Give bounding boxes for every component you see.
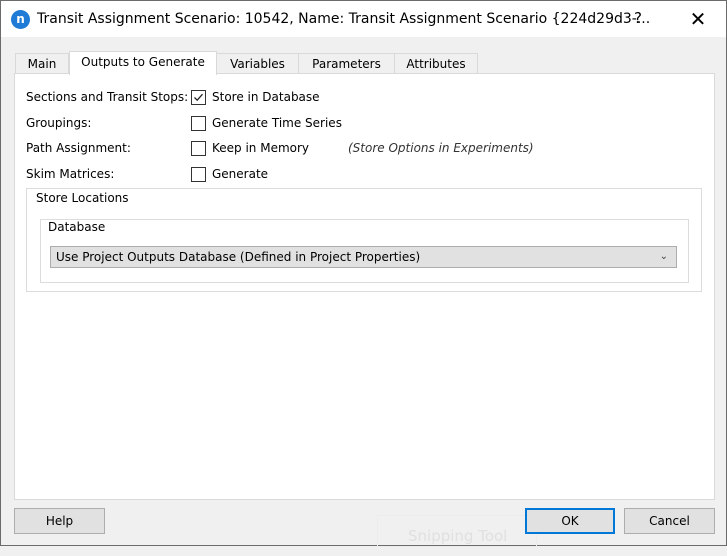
tab-attributes[interactable]: Attributes (394, 53, 478, 74)
path-assignment-label: Path Assignment: (26, 141, 131, 155)
store-locations-title: Store Locations (34, 191, 131, 205)
window-title: Transit Assignment Scenario: 10542, Name… (37, 11, 651, 27)
chevron-down-icon: ⌄ (659, 251, 668, 262)
database-select[interactable]: Use Project Outputs Database (Defined in… (50, 246, 677, 268)
outputs-panel: Sections and Transit Stops: Store in Dat… (14, 73, 715, 500)
help-button[interactable]: Help (14, 508, 105, 534)
tab-parameters[interactable]: Parameters (298, 53, 395, 74)
keep-in-memory-label[interactable]: Keep in Memory (212, 141, 309, 155)
database-select-value: Use Project Outputs Database (Defined in… (56, 250, 421, 264)
cancel-button[interactable]: Cancel (624, 508, 715, 534)
tab-variables[interactable]: Variables (216, 53, 299, 74)
groupings-label: Groupings: (26, 116, 92, 130)
skim-matrices-label: Skim Matrices: (26, 167, 115, 181)
tab-outputs-to-generate[interactable]: Outputs to Generate (69, 51, 217, 75)
checkmark-icon (194, 93, 203, 102)
generate-skim-label[interactable]: Generate (212, 167, 268, 181)
app-logo-icon: n (11, 10, 30, 29)
ok-button[interactable]: OK (525, 508, 615, 534)
database-group-title: Database (46, 220, 108, 234)
help-icon[interactable]: ? (634, 9, 642, 27)
title-bar: n Transit Assignment Scenario: 10542, Na… (1, 1, 726, 37)
generate-time-series-checkbox[interactable] (191, 116, 206, 131)
keep-in-memory-checkbox[interactable] (191, 141, 206, 156)
generate-skim-checkbox[interactable] (191, 167, 206, 182)
tab-main[interactable]: Main (15, 53, 69, 74)
sections-stops-label: Sections and Transit Stops: (26, 90, 189, 104)
store-in-database-label[interactable]: Store in Database (212, 90, 320, 104)
snipping-tool-overlay: Snipping Tool (377, 515, 537, 547)
generate-time-series-label[interactable]: Generate Time Series (212, 116, 342, 130)
store-options-note: (Store Options in Experiments) (348, 141, 534, 155)
close-icon[interactable]: ✕ (681, 5, 715, 33)
store-in-database-checkbox[interactable] (191, 90, 206, 105)
dialog-window: n Transit Assignment Scenario: 10542, Na… (0, 0, 727, 547)
